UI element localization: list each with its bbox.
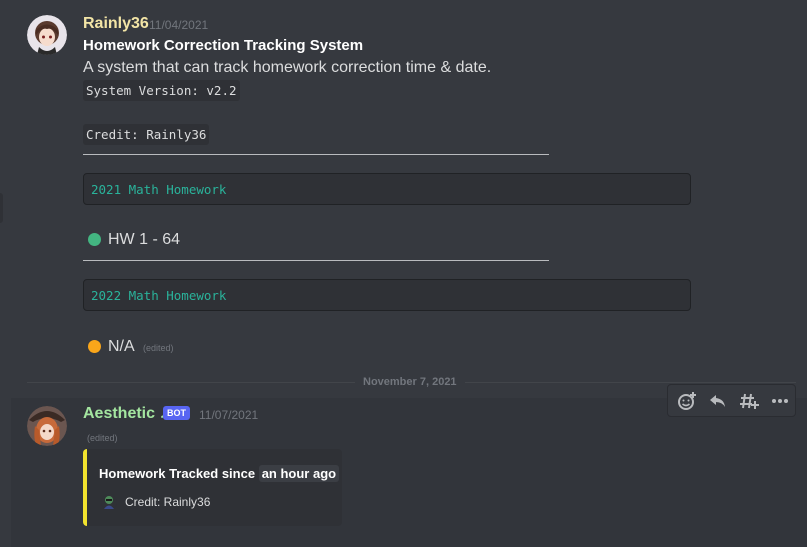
code-block: 2022 Math Homework — [83, 279, 691, 311]
bot-badge: BOT — [163, 406, 190, 420]
code-block-text: 2022 Math Homework — [91, 288, 227, 303]
more-options-icon — [771, 398, 788, 403]
more-options-button[interactable] — [764, 385, 795, 416]
code-block-text: 2021 Math Homework — [91, 182, 227, 197]
message-toolbar — [667, 384, 796, 417]
avatar-image — [27, 406, 67, 446]
scroll-edge — [0, 193, 3, 223]
timestamp: 11/07/2021 — [199, 408, 259, 422]
code-block: 2021 Math Homework — [83, 173, 691, 205]
embed-title-text: Homework Tracked since — [99, 466, 256, 481]
green-circle-icon — [88, 233, 101, 246]
reply-button[interactable] — [703, 385, 734, 416]
username[interactable]: Aesthetic ♪ — [83, 405, 167, 423]
edited-label: (edited) — [87, 433, 118, 443]
version-code: System Version: v2.2 — [83, 80, 240, 101]
message-rainly36: Rainly36 11/04/2021 Homework Correction … — [11, 0, 807, 372]
edited-label: (edited) — [143, 343, 174, 353]
footer-avatar-icon — [101, 494, 117, 510]
divider-line — [83, 154, 549, 155]
add-reaction-button[interactable] — [672, 385, 703, 416]
message-aesthetic: Aesthetic ♪ BOT 11/07/2021 (edited) Home… — [11, 398, 807, 547]
timestamp: 11/04/2021 — [149, 18, 209, 32]
avatar-image — [27, 15, 67, 55]
avatar[interactable] — [27, 15, 67, 55]
embed: Homework Tracked since an hour ago Credi… — [83, 449, 342, 526]
left-rail — [0, 0, 11, 547]
avatar[interactable] — [27, 406, 67, 446]
message-title: Homework Correction Tracking System — [83, 37, 364, 54]
date-divider-label: November 7, 2021 — [355, 376, 465, 388]
embed-footer: Credit: Rainly36 — [101, 494, 210, 510]
credit-code: Credit: Rainly36 — [83, 124, 210, 145]
orange-circle-icon — [88, 340, 101, 353]
embed-footer-text: Credit: Rainly36 — [125, 495, 211, 509]
username[interactable]: Rainly36 — [83, 15, 149, 33]
status-text: N/A — [108, 338, 135, 355]
message-description: A system that can track homework correct… — [83, 59, 492, 76]
add-reaction-icon — [678, 391, 697, 410]
divider-line — [83, 260, 549, 261]
create-thread-icon — [739, 393, 759, 409]
embed-title-highlight: an hour ago — [258, 465, 340, 482]
status-text: HW 1 - 64 — [108, 231, 181, 248]
reply-icon — [710, 394, 726, 407]
create-thread-button[interactable] — [734, 385, 765, 416]
embed-title: Homework Tracked since an hour ago — [99, 465, 340, 482]
